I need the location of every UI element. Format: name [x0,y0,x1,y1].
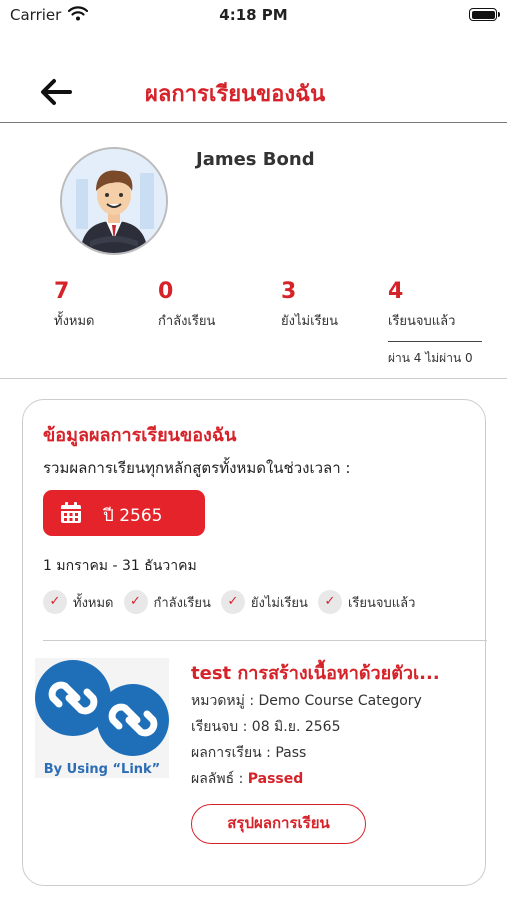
stat-total-value: 7 [54,279,70,304]
pass-fail-summary: ผ่าน 4 ไม่ผ่าน 0 [388,351,473,365]
link-icon [35,660,169,756]
battery-icon [469,8,500,21]
stat-not-started: 3 ยังไม่เรียน [281,279,338,331]
stat-completed: 4 เรียนจบแล้ว [388,279,455,331]
stat-divider [388,341,482,342]
stat-total-label: ทั้งหมด [54,314,95,329]
status-filters: ✓ ทั้งหมด ✓ กำลังเรียน ✓ ยังไม่เรียน ✓ เ… [43,590,415,614]
filter-not-started-label: ยังไม่เรียน [250,595,308,611]
page-title: ผลการเรียนของฉัน [145,82,326,107]
check-icon: ✓ [220,590,245,614]
stat-in-progress-value: 0 [158,279,174,304]
course-category: หมวดหมู่ : Demo Course Category [191,690,422,712]
user-name: James Bond [196,149,315,170]
check-icon: ✓ [43,590,67,614]
check-icon: ✓ [317,590,342,614]
completed-value: 08 มิ.ย. 2565 [251,719,341,735]
stat-completed-value: 4 [388,279,404,304]
result-summary-button[interactable]: สรุปผลการเรียน [191,804,366,844]
stat-not-started-label: ยังไม่เรียน [281,314,339,329]
course-thumbnail[interactable]: By Using “Link” [35,658,169,778]
thumbnail-caption: By Using “Link” [43,762,161,777]
filter-completed-label: เรียนจบแล้ว [347,595,416,611]
course-completed-date: เรียนจบ : 08 มิ.ย. 2565 [191,716,340,738]
filter-in-progress[interactable]: ✓ กำลังเรียน [123,590,211,614]
calendar-icon [61,502,81,523]
stat-in-progress-label: กำลังเรียน [158,314,216,329]
course-outcome: ผลลัพธ์ : Passed [191,768,303,790]
category-value: Demo Course Category [258,693,422,709]
stat-total: 7 ทั้งหมด [54,279,95,331]
stat-completed-label: เรียนจบแล้ว [388,314,456,329]
year-select-button[interactable]: ปี 2565 [43,490,205,536]
year-label: ปี 2565 [103,506,163,526]
stat-not-started-value: 3 [281,279,297,304]
card-subtitle: รวมผลการเรียนทุกหลักสูตรทั้งหมดในช่วงเวล… [43,459,351,477]
result-value: Pass [275,745,307,761]
filter-in-progress-label: กำลังเรียน [153,595,211,611]
avatar [60,147,168,255]
filter-all[interactable]: ✓ ทั้งหมด [43,590,114,614]
date-range: 1 มกราคม - 31 ธันวาคม [43,558,197,574]
course-title[interactable]: test การสร้างเนื้อหาด้วยตัวเ... [191,658,481,687]
stat-in-progress: 0 กำลังเรียน [158,279,215,331]
results-card: ข้อมูลผลการเรียนของฉัน รวมผลการเรียนทุกห… [22,399,487,886]
card-title: ข้อมูลผลการเรียนของฉัน [43,425,237,446]
filter-not-started[interactable]: ✓ ยังไม่เรียน [220,590,308,614]
back-arrow-icon[interactable] [38,74,74,110]
profile-section: James Bond 7 ทั้งหมด 0 กำลังเรียน 3 ยังไ… [0,123,507,379]
check-icon: ✓ [123,590,148,614]
result-label: ผลการเรียน : [191,745,276,761]
avatar-illustration [62,149,166,253]
category-label: หมวดหมู่ : [191,693,259,709]
divider [43,640,487,641]
course-result: ผลการเรียน : Pass [191,742,306,764]
status-bar: Carrier 4:18 PM [0,0,507,30]
filter-completed[interactable]: ✓ เรียนจบแล้ว [317,590,416,614]
outcome-label: ผลลัพธ์ : [191,771,248,787]
clock: 4:18 PM [219,6,288,24]
completed-label: เรียนจบ : [191,719,252,735]
outcome-value: Passed [247,771,304,787]
filter-all-label: ทั้งหมด [73,595,114,611]
nav-header: ผลการเรียนของฉัน [0,60,507,123]
